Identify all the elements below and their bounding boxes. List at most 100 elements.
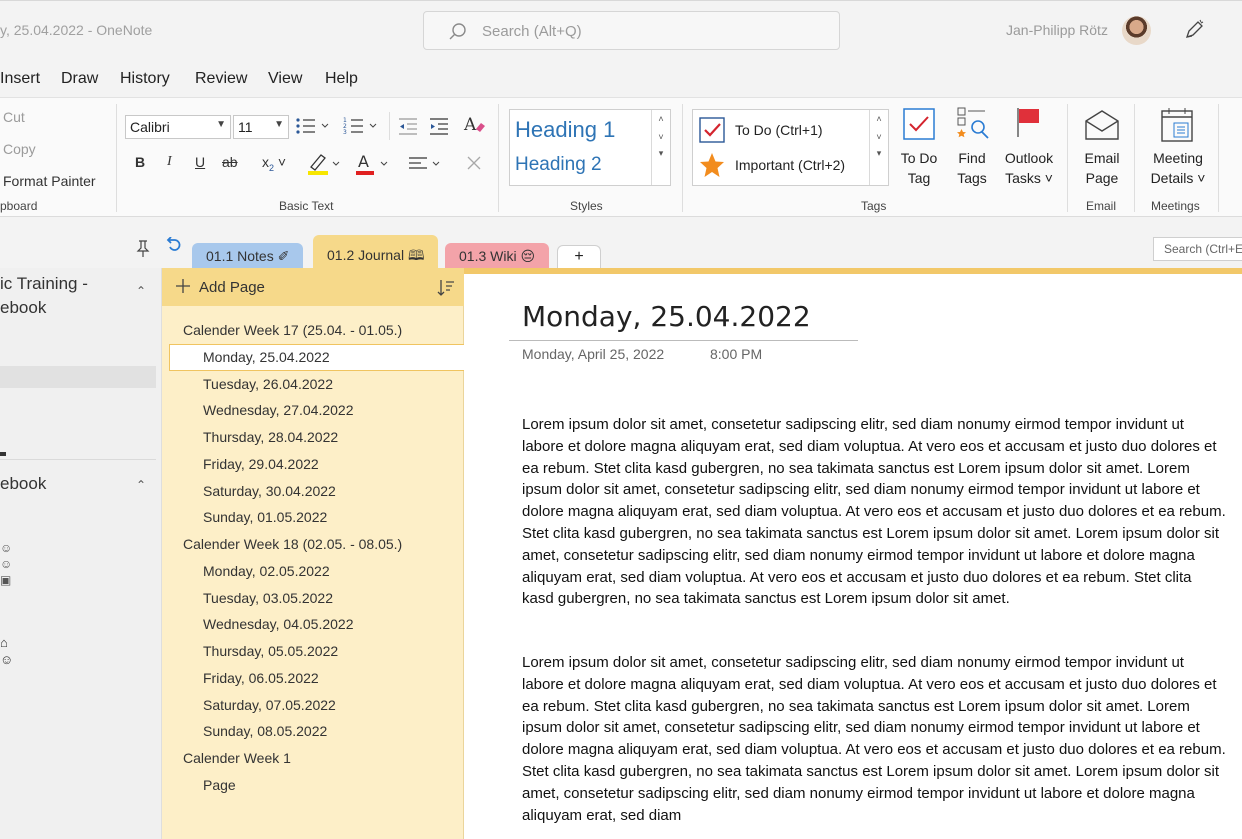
collapse-icon[interactable]: ⌃ — [136, 478, 146, 492]
tag-todo[interactable]: To Do (Ctrl+1) — [735, 122, 823, 138]
email-page-button[interactable]: Email Page — [1078, 148, 1126, 188]
chevron-down-icon: ▼ — [216, 119, 226, 130]
checkbox-icon — [699, 117, 725, 143]
cut-button[interactable]: Cut — [3, 109, 25, 125]
page-group-item[interactable]: Calender Week 18 (02.05. - 08.05.) — [183, 536, 402, 552]
search-input[interactable]: Search (Alt+Q) — [423, 11, 840, 50]
subscript-button[interactable]: x2 ˅ — [262, 154, 286, 173]
page-search-input[interactable]: Search (Ctrl+E) — [1153, 237, 1242, 261]
menu-review[interactable]: Review — [195, 70, 247, 88]
clipboard-group-label: pboard — [0, 199, 38, 213]
chevron-down-icon: ▼ — [274, 119, 284, 130]
menu-help[interactable]: Help — [325, 70, 358, 88]
page-item[interactable]: Monday, 02.05.2022 — [203, 563, 330, 579]
page-item[interactable]: Saturday, 07.05.2022 — [203, 697, 336, 713]
font-family-dropdown[interactable]: Calibri ▼ — [125, 115, 231, 139]
calendar-icon[interactable] — [1159, 107, 1195, 143]
meetings-group-label: Meetings — [1151, 199, 1200, 213]
numbering-icon[interactable]: 123 — [343, 115, 383, 137]
selected-section-row[interactable] — [0, 366, 156, 388]
copy-button[interactable]: Copy — [3, 141, 36, 157]
highlighter-icon[interactable] — [305, 151, 345, 177]
email-icon[interactable] — [1084, 109, 1120, 141]
font-size-value: 11 — [238, 119, 253, 135]
page-item[interactable]: Sunday, 01.05.2022 — [203, 509, 327, 525]
notebook-nav: ic Training - ebook ⌃ ebook ⌃ ☺ ☺ ▣ ⌂ ☺ — [0, 268, 162, 839]
page-item[interactable]: Page — [203, 777, 236, 793]
page-item[interactable]: Friday, 06.05.2022 — [203, 670, 319, 686]
pen-icon[interactable] — [1183, 19, 1205, 41]
tab-wiki[interactable]: 01.3 Wiki 😔 — [445, 243, 550, 268]
todo-tag-button[interactable]: To Do Tag — [895, 148, 943, 188]
email-group-label: Email — [1086, 199, 1117, 213]
page-item[interactable]: Friday, 29.04.2022 — [203, 456, 319, 472]
decrease-indent-icon[interactable] — [397, 115, 419, 137]
add-section-button[interactable]: + — [557, 245, 601, 268]
delete-icon[interactable] — [465, 154, 483, 172]
todo-tag-icon[interactable] — [902, 107, 936, 141]
section-tab-strip — [0, 218, 1242, 268]
emoji-icon: ☺ — [0, 541, 13, 555]
flag-icon[interactable] — [1012, 105, 1044, 139]
body-paragraph[interactable]: Lorem ipsum dolor sit amet, consetetur s… — [522, 414, 1227, 610]
add-page-button[interactable]: Add Page — [199, 279, 265, 296]
italic-button[interactable]: I — [167, 154, 172, 170]
increase-indent-icon[interactable] — [428, 115, 450, 137]
page-item[interactable]: Tuesday, 03.05.2022 — [203, 590, 333, 606]
tab-notes[interactable]: 01.1 Notes ✐ — [192, 243, 304, 268]
page-item[interactable]: Wednesday, 27.04.2022 — [203, 402, 354, 418]
strikethrough-button[interactable]: ab — [222, 154, 238, 170]
gallery-scroll[interactable]: ˄ ˅ ▾ — [651, 110, 670, 185]
ribbon-separator — [389, 112, 390, 140]
page-item[interactable]: Tuesday, 26.04.2022 — [203, 376, 333, 392]
ribbon-separator — [498, 104, 499, 212]
page-item[interactable]: Thursday, 05.05.2022 — [203, 643, 338, 659]
underline-button[interactable]: U — [195, 154, 205, 170]
svg-text:A: A — [358, 152, 369, 171]
meeting-details-button[interactable]: Meeting Details ˅ — [1146, 148, 1210, 188]
outlook-tasks-button[interactable]: Outlook Tasks ˅ — [1000, 148, 1058, 188]
styles-group-label: Styles — [570, 199, 603, 213]
user-name[interactable]: Jan-Philipp Rötz — [1006, 22, 1108, 38]
gallery-scroll[interactable]: ˄ ˅ ▾ — [869, 110, 888, 185]
page-item[interactable]: Thursday, 28.04.2022 — [203, 429, 338, 445]
bullets-icon[interactable] — [295, 115, 335, 137]
bold-button[interactable]: B — [135, 154, 145, 170]
page-item[interactable]: Saturday, 30.04.2022 — [203, 483, 336, 499]
page-title[interactable]: Monday, 25.04.2022 — [522, 300, 811, 333]
styles-gallery[interactable]: Heading 1 Heading 2 ˄ ˅ ▾ — [509, 109, 671, 186]
menu-draw[interactable]: Draw — [61, 70, 98, 88]
font-size-dropdown[interactable]: 11 ▼ — [233, 115, 289, 139]
format-painter-button[interactable]: Format Painter — [3, 173, 96, 189]
collapse-icon[interactable]: ⌃ — [136, 284, 146, 298]
email-page-label-1: Email — [1084, 150, 1120, 166]
page-time: 8:00 PM — [710, 346, 763, 362]
tab-journal[interactable]: 01.2 Journal 🕮 — [313, 235, 439, 268]
tag-important[interactable]: Important (Ctrl+2) — [735, 157, 845, 173]
tags-gallery[interactable]: To Do (Ctrl+1) Important (Ctrl+2) ˄ ˅ ▾ — [692, 109, 889, 186]
page-item[interactable]: Sunday, 08.05.2022 — [203, 723, 327, 739]
find-tags-icon[interactable] — [955, 105, 991, 141]
plus-icon[interactable] — [174, 277, 192, 295]
sort-icon[interactable] — [436, 278, 456, 298]
page-item[interactable]: Monday, 25.04.2022 — [203, 349, 330, 365]
page-group-item[interactable]: Calender Week 17 (25.04. - 01.05.) — [183, 322, 402, 338]
menu-view[interactable]: View — [268, 70, 302, 88]
avatar[interactable] — [1122, 16, 1151, 45]
menu-history[interactable]: History — [120, 70, 170, 88]
menu-insert[interactable]: Insert — [0, 70, 40, 88]
notebook-item-second[interactable]: ebook — [0, 474, 46, 494]
page-group-item[interactable]: Calender Week 1 — [183, 750, 291, 766]
font-color-icon[interactable]: A — [353, 151, 393, 177]
star-icon — [699, 152, 725, 178]
notebook-item-training[interactable]: ic Training - ebook — [0, 272, 88, 320]
align-icon[interactable] — [407, 151, 447, 177]
style-heading-2[interactable]: Heading 2 — [515, 154, 602, 176]
body-paragraph[interactable]: Lorem ipsum dolor sit amet, consetetur s… — [522, 652, 1227, 839]
find-tags-button[interactable]: Find Tags — [950, 148, 994, 188]
clear-formatting-icon[interactable]: A — [463, 113, 487, 137]
sync-icon[interactable] — [165, 237, 181, 255]
page-item[interactable]: Wednesday, 04.05.2022 — [203, 616, 354, 632]
style-heading-1[interactable]: Heading 1 — [515, 117, 615, 143]
pin-icon[interactable] — [136, 239, 150, 257]
